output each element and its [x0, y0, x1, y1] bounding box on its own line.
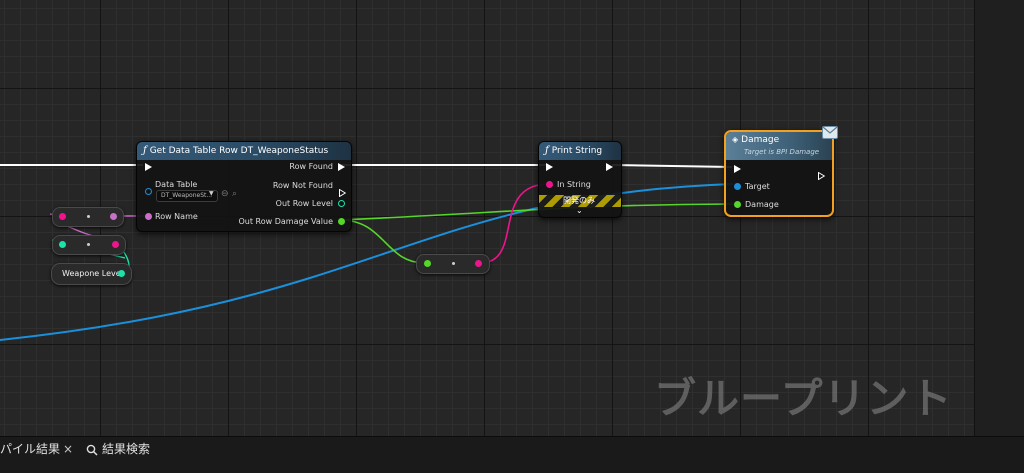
- exec-in-pin[interactable]: [734, 165, 741, 173]
- data-table-label: Data Table: [155, 180, 198, 189]
- reroute-dot: [87, 243, 90, 246]
- exec-out-pin[interactable]: [818, 165, 826, 181]
- reroute-dot: [87, 215, 90, 218]
- row-found-label: Row Found: [289, 162, 333, 171]
- hollow-exec-icon: [818, 171, 826, 181]
- conversion-out-pin[interactable]: [475, 260, 482, 267]
- search-icon[interactable]: ⌕: [232, 189, 237, 199]
- target-pin[interactable]: [734, 183, 741, 190]
- print-string-header: ƒ Print String: [539, 142, 621, 160]
- conversion-in-pin[interactable]: [424, 260, 431, 267]
- out-row-level-pin[interactable]: [338, 200, 345, 207]
- message-envelope-icon: [822, 126, 838, 139]
- exec-in-pin[interactable]: [145, 163, 152, 171]
- out-row-damage-value-label: Out Row Damage Value: [238, 217, 334, 226]
- find-results-tab[interactable]: 結果検索: [102, 437, 150, 461]
- function-icon: ƒ: [143, 145, 147, 156]
- reset-icon[interactable]: ⊖: [221, 189, 229, 199]
- damage-header: ◈ Damage Target is BPI Damage: [726, 132, 832, 160]
- hollow-exec-icon: [339, 188, 347, 198]
- row-not-found-exec-pin[interactable]: [339, 182, 347, 198]
- reroute-in-pin[interactable]: [59, 241, 66, 248]
- reroute-node-int[interactable]: [52, 235, 126, 255]
- target-label: Target: [745, 182, 770, 191]
- damage-label: Damage: [745, 200, 779, 209]
- expand-chevron-icon[interactable]: ⌄: [576, 206, 583, 215]
- get-data-table-row-node[interactable]: ƒ Get Data Table Row DT_WeaponeStatus Row…: [136, 141, 352, 232]
- get-data-table-row-header: ƒ Get Data Table Row DT_WeaponeStatus: [137, 142, 351, 160]
- damage-value-wire-to-damage: [339, 203, 735, 221]
- node-title: Damage: [741, 135, 780, 145]
- print-string-node[interactable]: ƒ Print String In String 開発のみ ⌄: [538, 141, 622, 218]
- node-subtitle: Target is BPI Damage: [744, 148, 820, 156]
- magnifier-icon: [86, 444, 98, 456]
- blueprint-graph-canvas[interactable]: ƒ Get Data Table Row DT_WeaponeStatus Row…: [0, 0, 974, 436]
- weapone-level-label: Weapone Level: [62, 269, 123, 278]
- compile-results-tab[interactable]: パイル結果: [0, 437, 60, 461]
- reroute-in-pin[interactable]: [59, 213, 66, 220]
- row-name-label: Row Name: [155, 212, 198, 221]
- out-row-damage-value-pin[interactable]: [338, 218, 345, 225]
- right-side-panel: [974, 0, 1024, 436]
- data-table-pin[interactable]: [145, 188, 152, 195]
- damage-value-wire-to-reroute: [339, 219, 426, 264]
- conversion-dot: [452, 262, 455, 265]
- reroute-out-pin[interactable]: [112, 241, 119, 248]
- message-diamond-icon: ◈: [732, 135, 739, 144]
- find-results-search-icon[interactable]: [86, 437, 98, 461]
- function-icon: ƒ: [545, 145, 549, 156]
- damage-node[interactable]: ◈ Damage Target is BPI Damage Target Dama…: [724, 130, 834, 217]
- blueprint-watermark: ブループリント: [654, 374, 953, 423]
- node-title: Get Data Table Row DT_WeaponeStatus: [149, 146, 329, 156]
- development-only-label: 開発のみ: [563, 196, 595, 205]
- bottom-tab-bar: パイル結果 × 結果検索: [0, 436, 1024, 473]
- in-string-label: In String: [557, 180, 591, 189]
- exec-out-pin[interactable]: [606, 163, 613, 171]
- in-string-pin[interactable]: [546, 181, 553, 188]
- exec-wire-print-damage: [611, 164, 733, 168]
- damage-pin[interactable]: [734, 201, 741, 208]
- close-tab-button[interactable]: ×: [63, 437, 73, 461]
- node-title: Print String: [551, 146, 603, 156]
- row-name-pin[interactable]: [145, 213, 152, 220]
- exec-in-pin[interactable]: [546, 163, 553, 171]
- chevron-down-icon: ▼: [209, 190, 214, 197]
- weapone-level-out-pin[interactable]: [118, 270, 125, 277]
- conversion-node-float-to-string[interactable]: [416, 254, 490, 274]
- row-found-exec-pin[interactable]: [338, 163, 345, 171]
- reroute-out-pin[interactable]: [110, 213, 117, 220]
- reroute-node-name[interactable]: [52, 207, 124, 227]
- data-table-combo-value: DT_WeaponeSt...: [161, 192, 213, 199]
- out-row-level-label: Out Row Level: [275, 199, 333, 208]
- weapone-level-variable-node[interactable]: Weapone Level: [51, 263, 132, 285]
- row-not-found-label: Row Not Found: [272, 181, 333, 190]
